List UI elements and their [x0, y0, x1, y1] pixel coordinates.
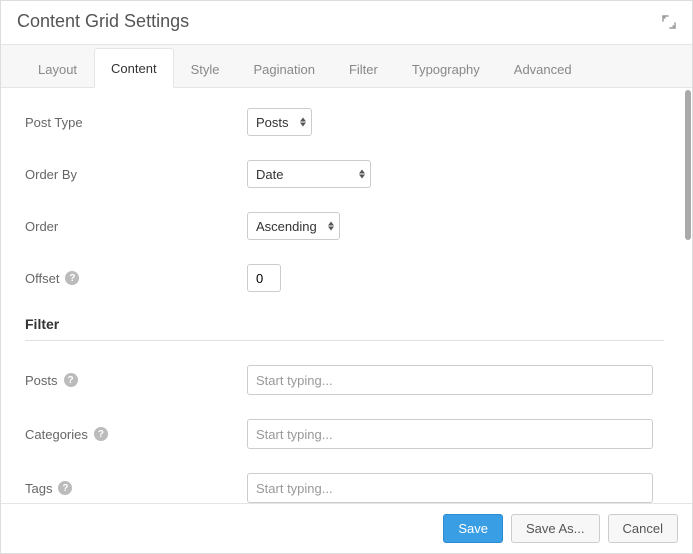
label-filter-tags-text: Tags — [25, 481, 52, 496]
tab-advanced[interactable]: Advanced — [497, 49, 589, 88]
select-post-type[interactable]: Posts — [247, 108, 312, 136]
tab-style[interactable]: Style — [174, 49, 237, 88]
tab-filter[interactable]: Filter — [332, 49, 395, 88]
tab-pagination[interactable]: Pagination — [237, 49, 332, 88]
expand-icon[interactable] — [662, 15, 676, 29]
scrollbar-track — [684, 88, 692, 503]
row-offset: Offset ? — [25, 264, 664, 292]
row-filter-posts: Posts ? — [25, 365, 664, 395]
tabs-bar: Layout Content Style Pagination Filter T… — [1, 44, 692, 88]
row-order: Order Ascending — [25, 212, 664, 240]
label-filter-posts-text: Posts — [25, 373, 58, 388]
row-post-type: Post Type Posts — [25, 108, 664, 136]
label-filter-categories: Categories ? — [25, 427, 247, 442]
section-header-filter: Filter — [25, 316, 664, 332]
select-post-type-value: Posts — [247, 108, 312, 136]
row-filter-tags: Tags ? — [25, 473, 664, 503]
label-post-type-text: Post Type — [25, 115, 83, 130]
label-post-type: Post Type — [25, 115, 247, 130]
label-filter-tags: Tags ? — [25, 481, 247, 496]
input-offset[interactable] — [247, 264, 281, 292]
label-filter-posts: Posts ? — [25, 373, 247, 388]
label-offset: Offset ? — [25, 271, 247, 286]
select-order[interactable]: Ascending — [247, 212, 340, 240]
help-icon[interactable]: ? — [94, 427, 108, 441]
help-icon[interactable]: ? — [65, 271, 79, 285]
modal-dialog: Content Grid Settings Layout Content Sty… — [0, 0, 693, 554]
section-divider — [25, 340, 664, 341]
form-content: Post Type Posts Order By Date — [1, 88, 692, 503]
label-order-by-text: Order By — [25, 167, 77, 182]
modal-footer: Save Save As... Cancel — [1, 503, 692, 553]
row-order-by: Order By Date — [25, 160, 664, 188]
label-order-text: Order — [25, 219, 58, 234]
label-filter-categories-text: Categories — [25, 427, 88, 442]
modal-header: Content Grid Settings — [1, 1, 692, 44]
label-order-by: Order By — [25, 167, 247, 182]
input-filter-tags[interactable] — [247, 473, 653, 503]
label-offset-text: Offset — [25, 271, 59, 286]
help-icon[interactable]: ? — [58, 481, 72, 495]
tab-layout[interactable]: Layout — [21, 49, 94, 88]
help-icon[interactable]: ? — [64, 373, 78, 387]
row-filter-categories: Categories ? — [25, 419, 664, 449]
input-filter-categories[interactable] — [247, 419, 653, 449]
scrollbar-thumb[interactable] — [685, 90, 691, 240]
modal-title: Content Grid Settings — [17, 11, 189, 32]
label-order: Order — [25, 219, 247, 234]
select-order-value: Ascending — [247, 212, 340, 240]
modal-body: Post Type Posts Order By Date — [1, 88, 692, 503]
save-button[interactable]: Save — [443, 514, 503, 543]
input-filter-posts[interactable] — [247, 365, 653, 395]
tab-typography[interactable]: Typography — [395, 49, 497, 88]
select-order-by-value: Date — [247, 160, 371, 188]
select-order-by[interactable]: Date — [247, 160, 371, 188]
tab-content[interactable]: Content — [94, 48, 174, 88]
save-as-button[interactable]: Save As... — [511, 514, 600, 543]
cancel-button[interactable]: Cancel — [608, 514, 678, 543]
